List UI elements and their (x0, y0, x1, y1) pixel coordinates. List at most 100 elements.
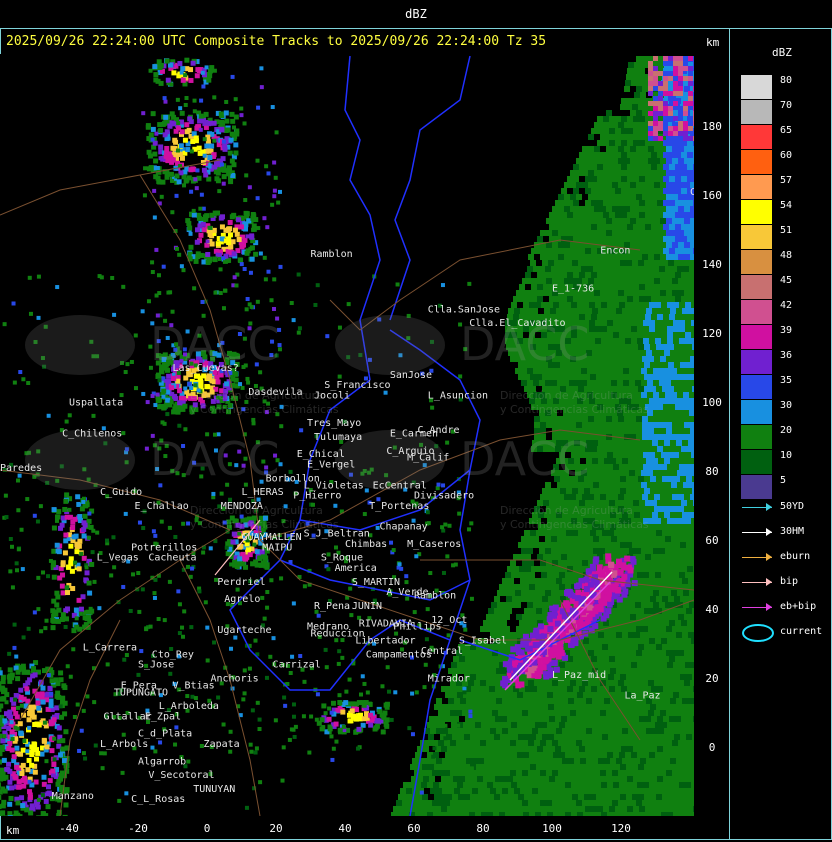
place-label: E_Carmen (390, 429, 438, 440)
legend-label: 60 (780, 150, 793, 161)
place-label: Algarrob (138, 756, 186, 767)
legend-label: 48 (780, 250, 793, 261)
place-label: C_Chilenos (62, 429, 122, 440)
legend-label: 51 (780, 225, 793, 236)
place-label: Cacheuta (148, 553, 196, 564)
track-label: 50YD (780, 501, 805, 512)
legend-swatch-10 (741, 450, 772, 474)
place-label: T_Portenas (369, 501, 429, 512)
legend-title: dBZ (772, 46, 792, 59)
legend-swatch-20 (741, 425, 772, 449)
legend-swatch-42 (741, 300, 772, 324)
place-label: JUNIN (352, 601, 382, 612)
place-label: E_Challao (135, 501, 189, 512)
km-label-bottom: km (6, 824, 20, 837)
place-label: Anchoris (210, 673, 258, 684)
place-label: Zapata (204, 739, 240, 750)
legend-label: 54 (780, 200, 793, 211)
place-label: TUNUYAN (193, 784, 235, 795)
place-label: SanJose (390, 370, 432, 381)
place-label: L_Carrera (83, 642, 137, 653)
legend-label: 42 (780, 300, 793, 311)
place-label: Ugarteche (217, 625, 271, 636)
place-label: E_Vergel (307, 460, 355, 471)
track-label: eburn (780, 551, 811, 562)
legend-label: 10 (780, 450, 793, 461)
legend-swatch-36 (741, 350, 772, 374)
legend-label: 36 (780, 350, 793, 361)
place-label: M_Calif (407, 453, 449, 464)
place-label: La_Paz (624, 691, 660, 702)
place-label: C_L_Rosas (131, 794, 185, 805)
watermark-brand: DACC (150, 432, 280, 486)
place-label: Jocoli (314, 391, 350, 402)
place-label: Potrerillos (131, 542, 197, 553)
place-label: E_1-736 (552, 284, 594, 295)
legend-swatch-51 (741, 225, 772, 249)
legend-label: 30 (780, 400, 793, 411)
place-label: E_Chical (297, 449, 345, 460)
legend-label: 20 (780, 425, 793, 436)
legend-label: 57 (780, 175, 793, 186)
legend-label: 70 (780, 100, 793, 111)
legend-label: 35 (780, 375, 793, 386)
legend-swatch-30 (741, 400, 772, 424)
place-label: Clla.SanJose (428, 304, 500, 315)
radar-map[interactable]: DACCDirección de Agriculturay Contingenc… (0, 54, 694, 816)
place-label: R_Pena (314, 601, 350, 612)
watermark-sub2: y Contingencias Climáticas (190, 403, 339, 416)
place-label: Ramblon (414, 591, 456, 602)
place-label: Tres_Mayo (307, 418, 361, 429)
place-label: C_d_Plata (138, 729, 192, 740)
legend-swatch-70 (741, 100, 772, 124)
legend-swatch-39 (741, 325, 772, 349)
current-ring-icon (742, 624, 774, 642)
place-label: America (335, 563, 377, 574)
place-label: Clla.del_Rosario (690, 187, 694, 198)
legend-label: 65 (780, 125, 793, 136)
track-label: eb+bip (780, 601, 817, 612)
place-label: Central (421, 646, 463, 657)
place-label: V_Btias (173, 680, 215, 691)
place-label: L_Violetas (304, 480, 364, 491)
place-label: L_Asuncion (428, 391, 488, 402)
place-label: Cto_Rey (152, 649, 194, 660)
km-label-top: km (706, 36, 720, 49)
place-label: S_J_Beltran (304, 529, 370, 540)
place-label: S_Isabel (459, 636, 507, 647)
place-label: P_Hierro (293, 491, 341, 502)
place-label: Divisadero (414, 491, 474, 502)
place-label: S_Roque (321, 553, 363, 564)
place-label: L_Arboleda (159, 701, 219, 712)
window-title: dBZ (405, 7, 427, 21)
arrow-head-icon (766, 603, 772, 611)
place-label: S_Francisco (324, 380, 390, 391)
place-label: Perdriel (217, 577, 265, 588)
place-label: Carrizal (273, 660, 321, 671)
place-label: V_Secotoral (148, 770, 214, 781)
watermark-sub1: Dirección de Agricultura (500, 389, 633, 402)
arrow-head-icon (766, 553, 772, 561)
place-label: Uspallata (69, 397, 123, 408)
legend-swatch-60 (741, 150, 772, 174)
legend-label: 5 (780, 475, 787, 486)
legend-swatch-54 (741, 200, 772, 224)
place-label: EcCentral (373, 480, 427, 491)
place-label: Chimbas (345, 539, 387, 550)
place-label: S_Jose (138, 660, 174, 671)
watermark-sub2: y Contingencias Climáticas (500, 518, 649, 531)
place-label: M_Caseros (407, 539, 461, 550)
watermark-sub1: Dirección de Agricultura (500, 504, 633, 517)
legend-label: 45 (780, 275, 793, 286)
legend-swatch-65 (741, 125, 772, 149)
place-label: C_Guido (100, 487, 142, 498)
place-label: L_Paz_mid (552, 670, 606, 681)
legend-swatch-80 (741, 75, 772, 99)
track-label: bip (780, 576, 799, 587)
place-label: Mirador (428, 673, 470, 684)
legend-label: 39 (780, 325, 793, 336)
place-label: Agrelo (224, 594, 260, 605)
place-label: Encon (600, 246, 630, 257)
watermark-brand: DACC (460, 432, 590, 486)
radar-header: 2025/09/26 22:24:00 UTC Composite Tracks… (6, 34, 547, 49)
